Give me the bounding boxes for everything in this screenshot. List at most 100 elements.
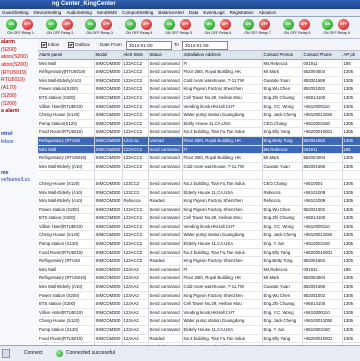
menu-item-registration[interactable]: Registration	[230, 10, 254, 15]
tree-item[interactable]	[1, 116, 38, 124]
relay-off-button[interactable]: OFF	[219, 19, 231, 30]
table-row[interactable]: Cheng-House (S120) SIMCOM300 123ACC2 Send c…	[38, 110, 360, 120]
inbox-checkbox[interactable]	[41, 42, 47, 48]
table-row[interactable]: Refrigeratory (RTU50 SIMCOM300 1234 ac Unre…	[38, 136, 360, 146]
date-from-field[interactable]: 2014-01-00	[126, 41, 172, 50]
relay-on-button[interactable]: ON	[6, 19, 17, 30]
tree-item[interactable]: (S200)	[1, 93, 38, 101]
table-row[interactable]: Refrigeratory (RTU5019) SIMCOM300 123ACC2 S…	[38, 153, 360, 163]
relay-on-button[interactable]: ON	[322, 19, 333, 30]
table-row[interactable]: Refrigeratory(RTU5019) SIMCOM300 123ACC2 Se…	[38, 67, 360, 77]
table-row[interactable]: Pump station (S120) SIMCOM300 123AA2 Send c…	[38, 325, 360, 335]
tree-item[interactable]	[1, 162, 38, 170]
table-row[interactable]: Mini Mall SIMCOM300 123ACC2 Send command Fl M…	[38, 59, 360, 69]
table-row[interactable]: Villion Hotel(RTU5019) SIMCOM300 123ACC2 Se…	[38, 102, 360, 112]
table-cell: Cell Tower No.29, Heihan Mou	[182, 93, 263, 103]
table-row[interactable]: Mini Mall-Elderly (A10) SIMCOM300 123CC2 Se…	[38, 188, 360, 198]
status-button[interactable]	[2, 349, 10, 358]
table-cell: 1305	[342, 239, 360, 249]
table-row[interactable]: BTS station (S200) SIMCOM300 123ACC2 Send c…	[38, 213, 360, 223]
date-to-field[interactable]: 2014-01-09	[182, 41, 228, 50]
relay-on-button[interactable]: ON	[45, 19, 57, 30]
column-header[interactable]: Contact Phone	[302, 51, 343, 60]
column-header[interactable]: Alarm panel	[38, 51, 95, 60]
table-row[interactable]: Pump station (S120) SIMCOM300 123ACC2 Send …	[38, 239, 360, 249]
table-cell: Eng.Zhi Chuang	[262, 213, 303, 223]
menu-item-comportsetting[interactable]: ComportSetting	[122, 10, 153, 15]
table-header-row: Alarm panel Model Alert SMS Status Installat…	[38, 51, 360, 60]
menu-item-devicesetting[interactable]: DeviceSetting	[34, 10, 62, 15]
relay-on-button[interactable]: ON	[124, 19, 136, 30]
column-header[interactable]: Status	[148, 51, 183, 60]
menu-item-data[interactable]: Data	[189, 10, 199, 15]
relay-on-button[interactable]: ON	[164, 19, 175, 30]
relay-on-button[interactable]: ON	[282, 19, 294, 30]
tree-item[interactable]	[1, 154, 38, 162]
relay-off-button[interactable]: OFF	[338, 19, 349, 30]
table-row[interactable]: Mini Mall-Elderly(A10) SIMCOM300 123ACC2 Se…	[38, 76, 360, 86]
tree-group-header[interactable]: a alarm	[1, 108, 38, 116]
relay-off-button[interactable]: OFF	[140, 19, 152, 30]
table-row[interactable]: Villion Hotel(RTU5019) SIMCOM300 123ACC2 Se…	[38, 222, 360, 232]
column-header[interactable]: Alert SMS	[122, 51, 149, 60]
tree-item[interactable]: (A170)	[1, 85, 38, 93]
table-cell: 1305	[342, 179, 360, 189]
relay-off-button[interactable]: OFF	[180, 19, 191, 30]
table-row[interactable]: Pump station(S120) SIMCOM300 123ACC2 Send c…	[38, 119, 360, 129]
tree-item[interactable]: (RTU5019)	[1, 70, 38, 78]
table-row[interactable]: Power station(S200) SIMCOM300 123ACC2 Send …	[38, 84, 360, 94]
table-row[interactable]: Mini Mall-Elderly (A10) SIMCOM300 123ACC2 S…	[38, 162, 360, 172]
tree-group-header[interactable]: alarm	[1, 39, 38, 47]
table-row[interactable]: Food Room(RTU5019) SIMCOM300 123AA2 Readed N…	[38, 334, 360, 344]
column-header[interactable]: Installation Address	[182, 51, 263, 60]
table-row[interactable]: Refrigeratory (RTU50 SIMCOM300 123ACC2 Read…	[38, 256, 360, 266]
tree-group-header[interactable]: ntrol	[1, 131, 38, 139]
tree-item[interactable]: RTU5019)	[1, 77, 38, 85]
menu-item-guardsetting[interactable]: GuardSetting	[2, 10, 29, 15]
table-row[interactable]: Cheng-House (S120) SIMCOM300 123ACC2 Send c…	[38, 230, 360, 241]
column-header[interactable]: AP ph	[342, 51, 360, 60]
tree-item[interactable]	[1, 124, 38, 132]
table-row[interactable]: Mini Mall SIMCOM300 123ACC2 Send command Fl M…	[38, 145, 360, 155]
relay-on-button[interactable]: ON	[203, 19, 215, 30]
relay-on-button[interactable]: ON	[243, 19, 254, 30]
tree-item[interactable]: veName/Loc	[1, 177, 38, 185]
relay-on-button[interactable]: ON	[85, 19, 96, 30]
table-row[interactable]: Mini Mall-Elderly (A10) SIMCOM300 Rebecca R…	[38, 196, 360, 206]
window-title: ng Center_KingCenter	[0, 0, 360, 9]
relay-off-button[interactable]: OFF	[22, 19, 33, 30]
table-row[interactable]: Cheng-House (S120) SIMCOM300 123AA2 Send co…	[38, 316, 360, 326]
table-row[interactable]: Food Room(RTU5019) SIMCOM300 123ACC2 Send c…	[38, 127, 360, 137]
tree-group-header[interactable]: me	[1, 170, 38, 178]
table-row[interactable]: Power station (S200) SIMCOM300 123ACC2 Send…	[38, 205, 360, 215]
tree-item[interactable]: (S200)	[1, 47, 38, 55]
column-header[interactable]: Model	[94, 51, 123, 60]
relay-off-button[interactable]: OFF	[101, 19, 112, 30]
menu-item-sendsms[interactable]: SendSMS	[97, 10, 117, 15]
relay-off-button[interactable]: OFF	[61, 19, 73, 30]
table-row[interactable]: BTS station (S200) SIMCOM300 123AA2 Send co…	[38, 299, 360, 309]
table-row[interactable]: Cheng-House (S120) SIMCOM300 123CC2 Send co…	[38, 179, 360, 189]
table-row[interactable]: Mini Mall-Elderly (A10) SIMCOM300 123AA2 Se…	[38, 282, 360, 292]
table-row[interactable]: BTS station (S200) SIMCOM300 123ACC2 Send c…	[38, 93, 360, 103]
menu-item-eventlogs[interactable]: EventLogs	[203, 10, 224, 15]
menu-item-balancealert[interactable]: BalanceAlert	[158, 10, 184, 15]
column-header[interactable]: Contact Person	[262, 51, 303, 60]
table-row[interactable]	[38, 170, 360, 180]
menu-item-audiosetting[interactable]: AudioSetting	[66, 10, 92, 15]
relay-off-button[interactable]: OFF	[259, 19, 270, 30]
tree-item[interactable]: ation(S200)	[1, 62, 38, 70]
outbox-checkbox[interactable]	[68, 42, 74, 48]
table-row[interactable]: Refrigeratory (RTU5019) SIMCOM300 123AA2 Se…	[38, 273, 360, 284]
tree-item[interactable]: (S200)	[1, 101, 38, 109]
menu-item-aboutus[interactable]: AboutUs	[259, 10, 276, 15]
tree-item[interactable]: lebox	[1, 139, 38, 147]
table-row[interactable]: Food Room(RTU5019) SIMCOM300 123ACC2 Send c…	[38, 248, 360, 258]
table-cell: Eng.Elly Yang	[262, 334, 303, 344]
tree-item[interactable]: ation(S200)	[1, 54, 38, 62]
tree-item[interactable]	[1, 147, 38, 155]
table-row[interactable]: Mini Mall SIMCOM300 123AA2 Send command Fl Ms…	[38, 265, 360, 275]
relay-off-button[interactable]: OFF	[298, 19, 310, 30]
table-row[interactable]: Power station (S200) SIMCOM300 123AA2 Send …	[38, 291, 360, 301]
table-row[interactable]: Villion Hotel(RTU5019) SIMCOM300 123AA2 Sen…	[38, 308, 360, 318]
